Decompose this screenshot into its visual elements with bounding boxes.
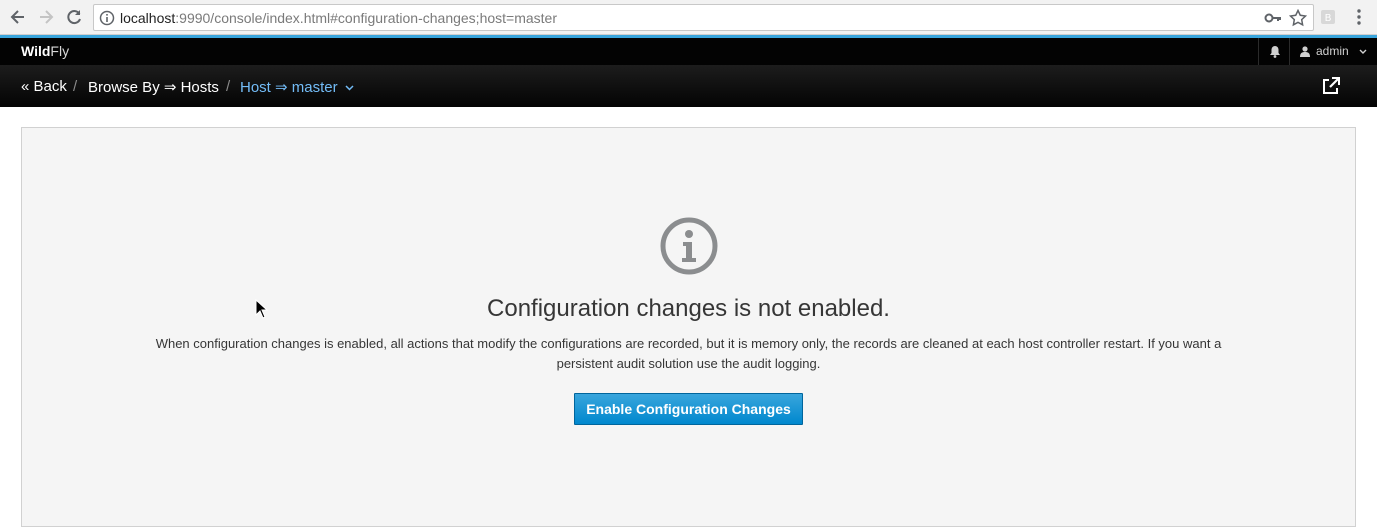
user-icon [1300,46,1310,57]
external-link-icon[interactable] [1321,76,1341,96]
key-icon[interactable] [1264,10,1282,26]
breadcrumb-separator: / [226,78,231,95]
info-icon[interactable] [99,10,115,26]
bell-icon [1270,46,1280,58]
address-bar[interactable]: localhost:9990/console/index.html#config… [93,4,1314,31]
notifications-button[interactable] [1258,38,1290,65]
info-circle-icon [659,216,719,276]
mouse-cursor-icon [255,298,269,320]
user-name: admin [1316,44,1349,58]
extension-icon[interactable]: B [1320,9,1336,25]
menu-icon[interactable] [1350,8,1368,26]
empty-state-description: When configuration changes is enabled, a… [155,336,1222,371]
chevron-down-icon [1359,49,1367,54]
empty-state-panel: Configuration changes is not enabled. Wh… [21,127,1356,527]
brand-logo[interactable]: WildFly [21,43,69,59]
breadcrumb-browse-hosts[interactable]: Browse By ⇒ Hosts [88,78,219,96]
url-text[interactable]: localhost:9990/console/index.html#config… [120,10,557,26]
masthead: WildFly admin [0,38,1377,65]
svg-text:B: B [1325,13,1332,24]
breadcrumb-host-master[interactable]: Host ⇒ master [240,78,354,96]
star-icon[interactable] [1288,8,1308,27]
back-link[interactable]: « Back [21,78,67,95]
enable-configuration-changes-button[interactable]: Enable Configuration Changes [574,393,803,425]
back-arrow-icon[interactable] [8,7,28,27]
empty-state-title: Configuration changes is not enabled. [487,295,890,322]
forward-arrow-icon[interactable] [36,7,56,27]
user-menu[interactable]: admin [1290,38,1377,65]
breadcrumb-separator: / [73,78,78,95]
chevron-down-icon [345,85,354,91]
browser-toolbar: localhost:9990/console/index.html#config… [0,0,1377,35]
breadcrumb: « Back / Browse By ⇒ Hosts / Host ⇒ mast… [0,65,1377,107]
reload-icon[interactable] [64,7,84,27]
